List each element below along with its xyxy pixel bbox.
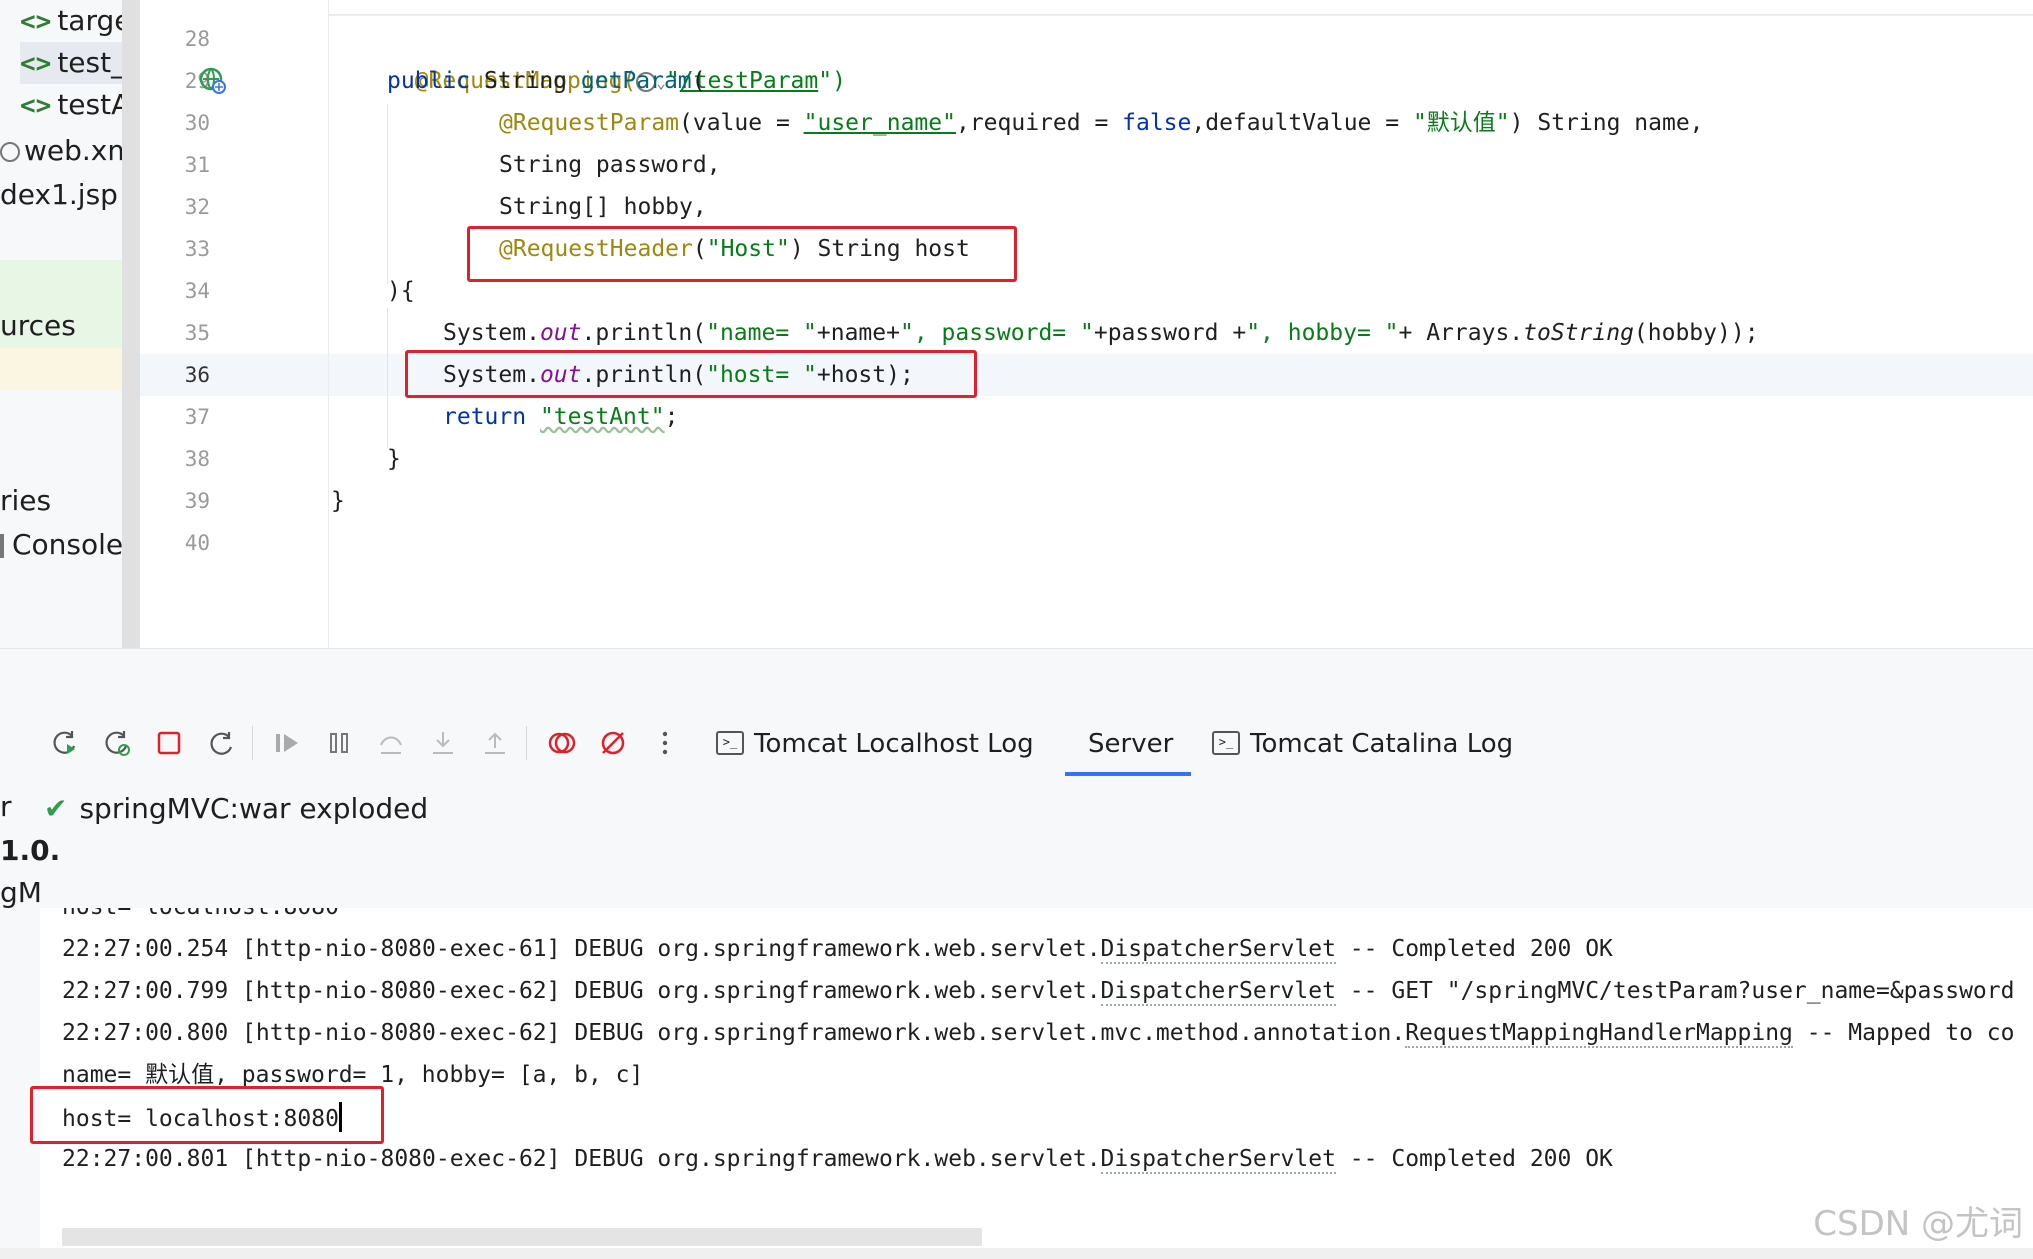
view-breakpoints-icon[interactable] — [544, 726, 578, 760]
editor-top-border — [329, 14, 2033, 16]
console-line: 22:27:00.800 [http-nio-8080-exec-62] DEB… — [62, 1020, 2015, 1048]
code-line-32[interactable]: String[] hobby, — [499, 186, 707, 228]
console-line: 22:27:00.254 [http-nio-8080-exec-61] DEB… — [62, 936, 1613, 964]
left-fragment: r — [0, 790, 12, 823]
more-options-icon[interactable] — [648, 726, 682, 760]
tree-item-web-xml[interactable]: web.xml — [0, 130, 140, 172]
highlight-box-request-header — [467, 226, 1017, 282]
line-number: 40 — [184, 531, 210, 555]
highlight-box-console-host — [30, 1086, 384, 1144]
xml-file-icon: <> — [20, 7, 52, 37]
pause-icon[interactable] — [322, 726, 356, 760]
line-number: 37 — [184, 405, 210, 429]
line-gutter: 28 29 30 31 32 33 34 35 36 37 38 39 40 — [140, 0, 329, 648]
code-line-34[interactable]: ){ — [387, 270, 415, 312]
console-icon — [0, 534, 4, 558]
tree-item-libraries[interactable]: ries — [0, 480, 51, 522]
request-mapping-gutter-icon[interactable] — [198, 66, 228, 96]
mute-breakpoints-icon[interactable] — [596, 726, 630, 760]
console-log-icon: >_ — [1212, 730, 1240, 755]
toolbar-separator — [526, 726, 527, 760]
tree-item-scratches-consoles[interactable]: Consoles — [0, 524, 138, 566]
rerun-icon[interactable] — [48, 726, 82, 760]
line-number: 35 — [184, 321, 210, 345]
resume-icon[interactable] — [270, 726, 304, 760]
tree-item-resources[interactable]: urces — [0, 305, 76, 347]
step-over-icon[interactable] — [374, 726, 408, 760]
line-number: 34 — [184, 279, 210, 303]
console-horizontal-scrollbar[interactable] — [62, 1228, 982, 1246]
tab-server[interactable]: Server — [1088, 720, 1173, 768]
console-left-strip — [0, 908, 41, 1259]
code-line-37[interactable]: return "testAnt"; — [443, 396, 678, 438]
console-output[interactable]: host= localhost:8080 22:27:00.254 [http-… — [40, 908, 2033, 1248]
tree-highlight-yellow — [0, 348, 122, 390]
panel-header-gap — [0, 648, 2033, 711]
line-number: 31 — [184, 153, 210, 177]
indent-guide — [387, 104, 388, 284]
toolbar-separator — [252, 726, 253, 760]
tab-tomcat-catalina-log[interactable]: >_ Tomcat Catalina Log — [1212, 720, 1513, 768]
code-line-35[interactable]: System.out.println("name= "+name+", pass… — [443, 312, 1759, 354]
highlight-box-println-host — [405, 350, 977, 398]
left-fragment: 1.0. — [0, 834, 61, 867]
refresh-icon[interactable] — [204, 726, 238, 760]
line-number: 30 — [184, 111, 210, 135]
watermark: CSDN @尤词 — [1813, 1204, 2023, 1244]
line-number: 38 — [184, 447, 210, 471]
code-line-38[interactable]: } — [387, 438, 401, 480]
services-toolbar: >_ Tomcat Localhost Log Server >_ Tomcat C… — [0, 710, 2033, 777]
server-deployment-area: r 1.0. gM ✔ springMVC:war exploded — [0, 776, 2033, 909]
line-number: 33 — [184, 237, 210, 261]
debug-rerun-icon[interactable] — [100, 726, 134, 760]
project-tree: <>target. <>test_pa <>testAn web.xml dex… — [0, 0, 140, 648]
code-line-39[interactable]: } — [331, 480, 345, 522]
code-line-28[interactable]: @RequestMapping(⌄"/testParam") — [387, 18, 846, 94]
deployment-item[interactable]: ✔ springMVC:war exploded — [44, 788, 428, 830]
console-line: 22:27:00.801 [http-nio-8080-exec-62] DEB… — [62, 1146, 1613, 1174]
line-number: 39 — [184, 489, 210, 513]
step-into-icon[interactable] — [426, 726, 460, 760]
stop-icon[interactable] — [152, 726, 186, 760]
code-line-31[interactable]: String password, — [499, 144, 721, 186]
web-xml-icon — [0, 142, 20, 162]
status-bar — [0, 1248, 2033, 1259]
console-line: 22:27:00.799 [http-nio-8080-exec-62] DEB… — [62, 978, 2015, 1006]
indent-guide — [387, 308, 388, 448]
tree-item-index1-jsp[interactable]: dex1.jsp — [0, 174, 118, 216]
console-line-partial: host= localhost:8080 — [62, 908, 339, 928]
code-line-30[interactable]: @RequestParam(value = "user_name",requir… — [499, 102, 1704, 144]
tree-scrollbar[interactable] — [122, 0, 140, 648]
check-icon: ✔ — [44, 792, 68, 825]
xml-file-icon: <> — [20, 49, 52, 79]
step-out-icon[interactable] — [478, 726, 512, 760]
left-fragment: gM — [0, 876, 42, 909]
xml-file-icon: <> — [20, 91, 52, 121]
tab-tomcat-localhost-log[interactable]: >_ Tomcat Localhost Log — [716, 720, 1034, 768]
line-number-current: 36 — [184, 363, 210, 387]
line-number: 28 — [184, 27, 210, 51]
line-number: 32 — [184, 195, 210, 219]
console-log-icon: >_ — [716, 730, 744, 755]
code-line-29[interactable]: public String getParam( — [387, 60, 706, 102]
